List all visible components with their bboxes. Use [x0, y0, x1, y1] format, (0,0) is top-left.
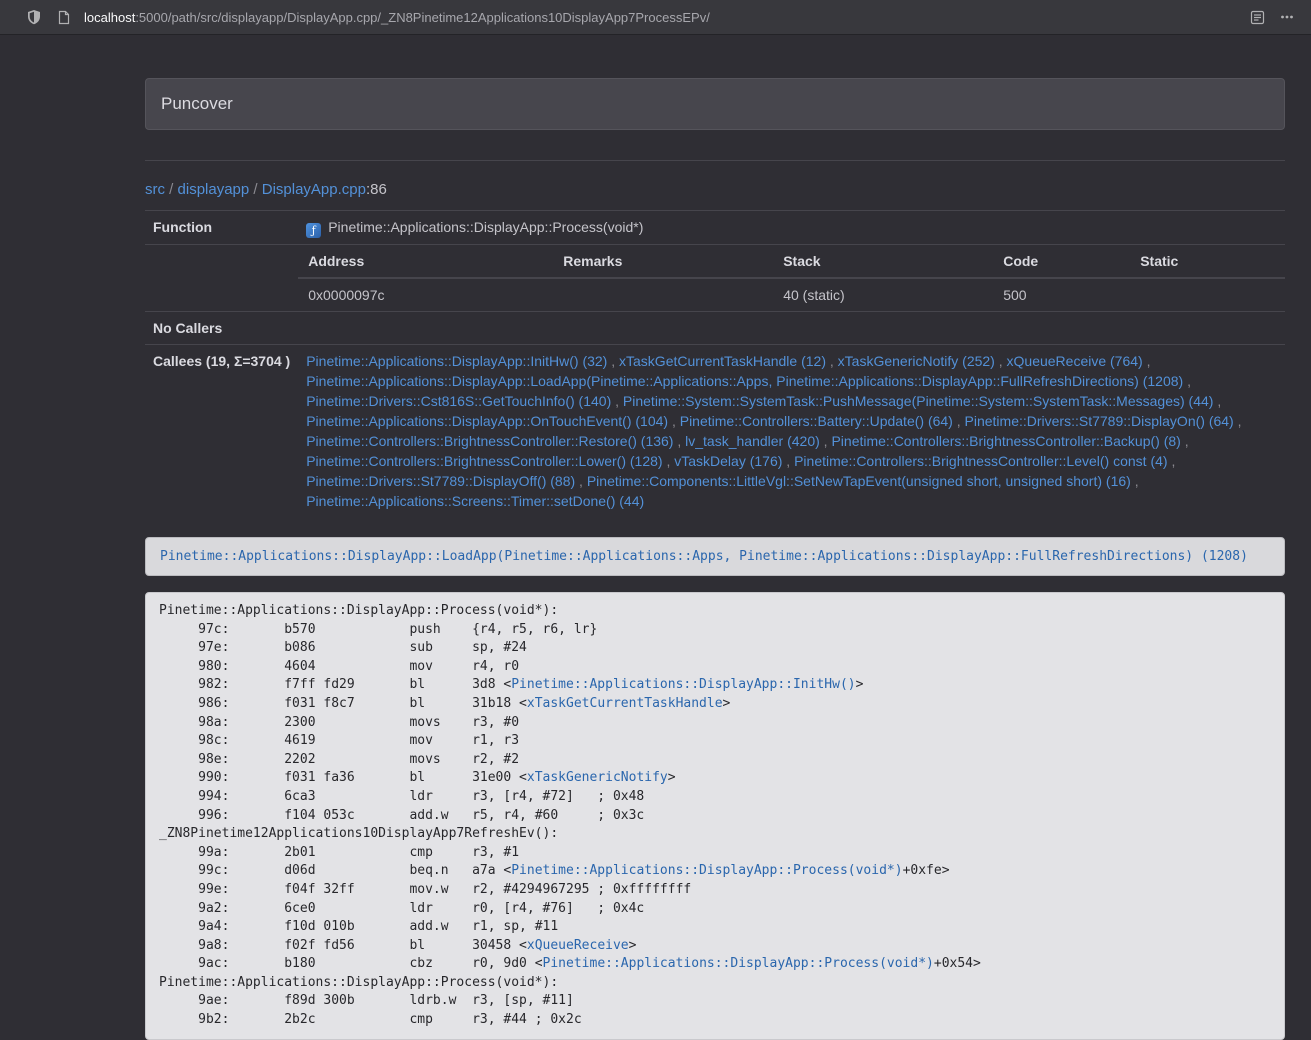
url-host: localhost: [84, 10, 135, 25]
callee-link[interactable]: Pinetime::Applications::DisplayApp::Init…: [306, 353, 607, 369]
metric-stack: 40 (static): [773, 278, 993, 311]
breadcrumb-separator: /: [249, 181, 262, 198]
callee-separator: ,: [663, 453, 675, 469]
screen: { "browser": { "url_host": "localhost", …: [0, 0, 1311, 998]
function-row: Function ƒ Pinetime::Applications::Displa…: [145, 211, 1285, 245]
breadcrumb-link[interactable]: DisplayApp.cpp: [262, 181, 366, 198]
no-callers-cell: [298, 312, 1285, 345]
callee-link[interactable]: Pinetime::Applications::Screens::Timer::…: [306, 493, 644, 509]
callees-label: Callees (19, Σ=3704 ): [145, 345, 298, 518]
callee-link[interactable]: vTaskDelay (176): [674, 453, 782, 469]
callee-separator: ,: [1181, 433, 1189, 449]
callee-link[interactable]: Pinetime::System::SystemTask::PushMessag…: [623, 393, 1214, 409]
column-header-stack: Stack: [773, 245, 993, 278]
callee-link[interactable]: Pinetime::Controllers::BrightnessControl…: [306, 433, 673, 449]
tracking-protection-shield-icon[interactable]: [22, 5, 46, 29]
callee-separator: ,: [673, 433, 685, 449]
callee-link[interactable]: xTaskGetCurrentTaskHandle (12): [619, 353, 826, 369]
browser-toolbar: localhost:5000/path/src/displayapp/Displ…: [0, 0, 1311, 35]
metrics-header-row: Address Remarks Stack Code Static: [298, 245, 1285, 278]
callee-separator: ,: [575, 473, 587, 489]
callee-separator: ,: [1213, 393, 1221, 409]
breadcrumb: src / displayapp / DisplayApp.cpp:86: [145, 181, 1285, 198]
url-bar[interactable]: localhost:5000/path/src/displayapp/Displ…: [84, 10, 1245, 25]
callee-separator: ,: [826, 353, 838, 369]
metrics-cell: Address Remarks Stack Code Static 0x0000…: [298, 245, 1285, 312]
site-identity-page-icon[interactable]: [52, 5, 76, 29]
callee-link[interactable]: Pinetime::Applications::DisplayApp::Load…: [306, 373, 1183, 389]
reader-mode-icon[interactable]: [1245, 5, 1269, 29]
breadcrumb-separator: /: [165, 181, 178, 198]
code-symbol-link[interactable]: xTaskGetCurrentTaskHandle: [527, 696, 723, 711]
metrics-values-row: 0x0000097c 40 (static) 500: [298, 278, 1285, 311]
function-row-label: Function: [145, 211, 298, 245]
metric-remarks: [553, 278, 773, 311]
callee-separator: ,: [782, 453, 794, 469]
callee-link[interactable]: Pinetime::Drivers::St7789::DisplayOn() (…: [965, 413, 1234, 429]
callee-link[interactable]: lv_task_handler (420): [685, 433, 820, 449]
callee-separator: ,: [820, 433, 832, 449]
disassembly: Pinetime::Applications::DisplayApp::Proc…: [145, 592, 1285, 1040]
callee-separator: ,: [995, 353, 1007, 369]
no-callers-row: No Callers: [145, 312, 1285, 345]
selected-callee-link[interactable]: Pinetime::Applications::DisplayApp::Load…: [160, 549, 1248, 564]
column-header-address: Address: [298, 245, 553, 278]
function-symbol-name: Pinetime::Applications::DisplayApp::Proc…: [328, 219, 643, 235]
callee-separator: ,: [1168, 453, 1176, 469]
code-symbol-link[interactable]: Pinetime::Applications::DisplayApp::Init…: [511, 677, 855, 692]
divider: [145, 160, 1285, 161]
callee-separator: ,: [607, 353, 619, 369]
symbol-info-table: Function ƒPinetime::Applications::Displa…: [145, 210, 1285, 517]
no-callers-label: No Callers: [145, 312, 298, 345]
callee-separator: ,: [953, 413, 965, 429]
url-path: :5000/path/src/displayapp/DisplayApp.cpp…: [135, 10, 710, 25]
breadcrumb-link[interactable]: displayapp: [178, 181, 250, 198]
callee-link[interactable]: Pinetime::Controllers::BrightnessControl…: [831, 433, 1180, 449]
selected-callee-banner: Pinetime::Applications::DisplayApp::Load…: [145, 537, 1285, 576]
metrics-row: Address Remarks Stack Code Static 0x0000…: [145, 245, 1285, 312]
callee-separator: ,: [611, 393, 623, 409]
column-header-code: Code: [993, 245, 1130, 278]
column-header-static: Static: [1130, 245, 1285, 278]
code-symbol-link[interactable]: Pinetime::Applications::DisplayApp::Proc…: [511, 863, 902, 878]
callee-link[interactable]: xQueueReceive (764): [1007, 353, 1143, 369]
symbol-metrics-table: Address Remarks Stack Code Static 0x0000…: [298, 245, 1285, 311]
app-header-panel: Puncover: [145, 78, 1285, 130]
callee-link[interactable]: Pinetime::Drivers::St7789::DisplayOff() …: [306, 473, 575, 489]
metric-code: 500: [993, 278, 1130, 311]
callee-link[interactable]: Pinetime::Controllers::BrightnessControl…: [306, 453, 662, 469]
callee-link[interactable]: Pinetime::Components::LittleVgl::SetNewT…: [587, 473, 1131, 489]
code-symbol-link[interactable]: xQueueReceive: [527, 938, 629, 953]
callee-link[interactable]: xTaskGenericNotify (252): [838, 353, 995, 369]
metric-static: [1130, 278, 1285, 311]
callee-link[interactable]: Pinetime::Controllers::Battery::Update()…: [680, 413, 953, 429]
code-symbol-link[interactable]: Pinetime::Applications::DisplayApp::Proc…: [543, 956, 934, 971]
breadcrumb-link[interactable]: src: [145, 181, 165, 198]
callee-link[interactable]: Pinetime::Controllers::BrightnessControl…: [794, 453, 1167, 469]
code-symbol-link[interactable]: xTaskGenericNotify: [527, 770, 668, 785]
callee-separator: ,: [1143, 353, 1151, 369]
column-header-remarks: Remarks: [553, 245, 773, 278]
callee-separator: ,: [1183, 373, 1191, 389]
function-symbol-cell: ƒ Pinetime::Applications::DisplayApp::Pro…: [298, 211, 1285, 245]
callee-link[interactable]: Pinetime::Drivers::Cst816S::GetTouchInfo…: [306, 393, 611, 409]
app-title: Puncover: [161, 94, 233, 113]
callees-row: Callees (19, Σ=3704 ) Pinetime::Applicat…: [145, 345, 1285, 518]
callee-link[interactable]: Pinetime::Applications::DisplayApp::OnTo…: [306, 413, 668, 429]
breadcrumb-line-number: :86: [366, 181, 387, 198]
function-icon: ƒ: [306, 223, 321, 238]
callee-separator: ,: [1234, 413, 1242, 429]
metrics-row-spacer: [145, 245, 298, 312]
toolbar-right-icons: [1245, 5, 1299, 29]
callee-separator: ,: [668, 413, 680, 429]
metric-address: 0x0000097c: [298, 278, 553, 311]
callee-separator: ,: [1131, 473, 1139, 489]
more-menu-icon[interactable]: [1275, 5, 1299, 29]
callees-cell: Pinetime::Applications::DisplayApp::Init…: [298, 345, 1285, 518]
content-area: Puncover src / displayapp / DisplayApp.c…: [145, 35, 1285, 1040]
